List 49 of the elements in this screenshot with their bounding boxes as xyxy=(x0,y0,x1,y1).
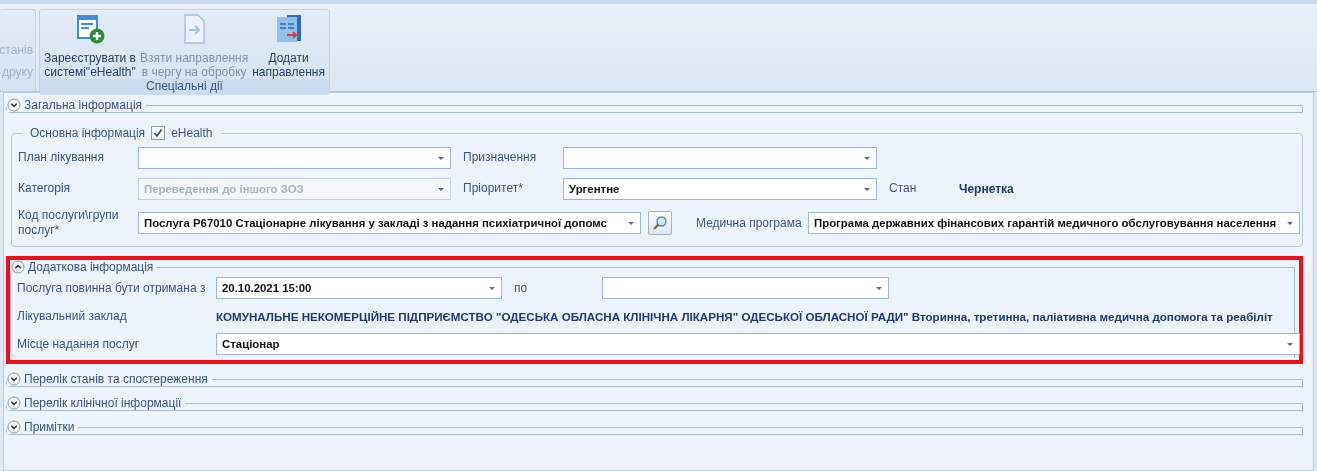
ribbon-button[interactable]: Додати направлення xyxy=(250,12,327,79)
dropdown-field[interactable] xyxy=(138,146,451,169)
expand-icon[interactable] xyxy=(7,420,21,434)
dropdown-field[interactable]: Ургентне xyxy=(563,177,877,200)
dropdown-field[interactable]: 20.10.2021 15:00 xyxy=(216,277,502,299)
section-title[interactable]: Примітки xyxy=(24,420,75,434)
dropdown-field[interactable]: Стаціонар xyxy=(216,333,1300,355)
expand-icon[interactable] xyxy=(7,396,21,410)
checkbox[interactable] xyxy=(151,126,166,140)
field-label: Послуга повинна бути отримана з xyxy=(16,280,207,296)
section-title[interactable]: Додаткова інформація xyxy=(28,260,154,274)
caret-icon xyxy=(1287,222,1293,225)
collapse-icon[interactable] xyxy=(11,260,25,274)
field-label: Категорія xyxy=(18,181,72,196)
dropdown-field[interactable] xyxy=(602,277,889,299)
caret-icon xyxy=(489,287,495,290)
field-label: Призначення xyxy=(463,150,538,165)
ribbon-button[interactable]: Зареєструвати в системі"eHealth" xyxy=(42,12,138,79)
caret-icon xyxy=(1287,343,1293,346)
caret-icon xyxy=(438,187,444,191)
field-label: Пріоритет* xyxy=(463,181,524,196)
section-title[interactable]: Перелік станів та спостереження xyxy=(24,372,208,386)
facility-value: КОМУНАЛЬНЕ НЕКОМЕРЦІЙНЕ ПІДПРИЄМСТВО "ОДЕСЬКА ОБЛАСНА КЛІНІЧНА ЛІКАРНЯ" ОДЕСЬКОЇ ОБЛАСНОЇ РАДИ" Вторинна, третинна, паліативна медична допомога та реабіліт xyxy=(216,309,1273,323)
field-label: План лікування xyxy=(18,150,105,165)
caret-icon xyxy=(628,222,634,225)
dropdown-field[interactable] xyxy=(563,146,877,169)
field-label: Місце надання послуг xyxy=(16,336,141,352)
magnifier-icon xyxy=(652,215,668,231)
expand-icon[interactable] xyxy=(7,98,21,112)
group-title: Спеціальні дії xyxy=(40,79,329,95)
caret-icon xyxy=(438,156,444,160)
expand-icon[interactable] xyxy=(7,372,21,386)
field-label: Лікувальний заклад xyxy=(16,308,128,324)
form-add-icon xyxy=(74,13,106,45)
field-label: Стан xyxy=(889,181,918,196)
caret-icon xyxy=(864,156,870,160)
dropdown-field[interactable]: Програма державних фінансових гарантій медичного обслуговування населення xyxy=(808,212,1300,234)
dropdown-field[interactable]: Послуга Р67010 Стаціонарне лікування у закладі з надання психіатричної допомс xyxy=(138,212,641,234)
field-label: Медична програма xyxy=(696,215,803,231)
caret-icon xyxy=(864,187,870,191)
status-value: Чернетка xyxy=(959,181,1014,196)
search-button[interactable] xyxy=(648,211,672,235)
checkbox-label: eHealth xyxy=(171,126,213,140)
field-label: Код послуги\групи послуг* xyxy=(18,208,120,238)
group-title: Основна інформація xyxy=(30,126,146,140)
field-label: по xyxy=(513,280,529,296)
caret-icon xyxy=(876,287,882,290)
section-title[interactable]: Перелік клінічної інформації xyxy=(24,396,182,410)
section-title[interactable]: Загальна інформація xyxy=(24,98,143,112)
